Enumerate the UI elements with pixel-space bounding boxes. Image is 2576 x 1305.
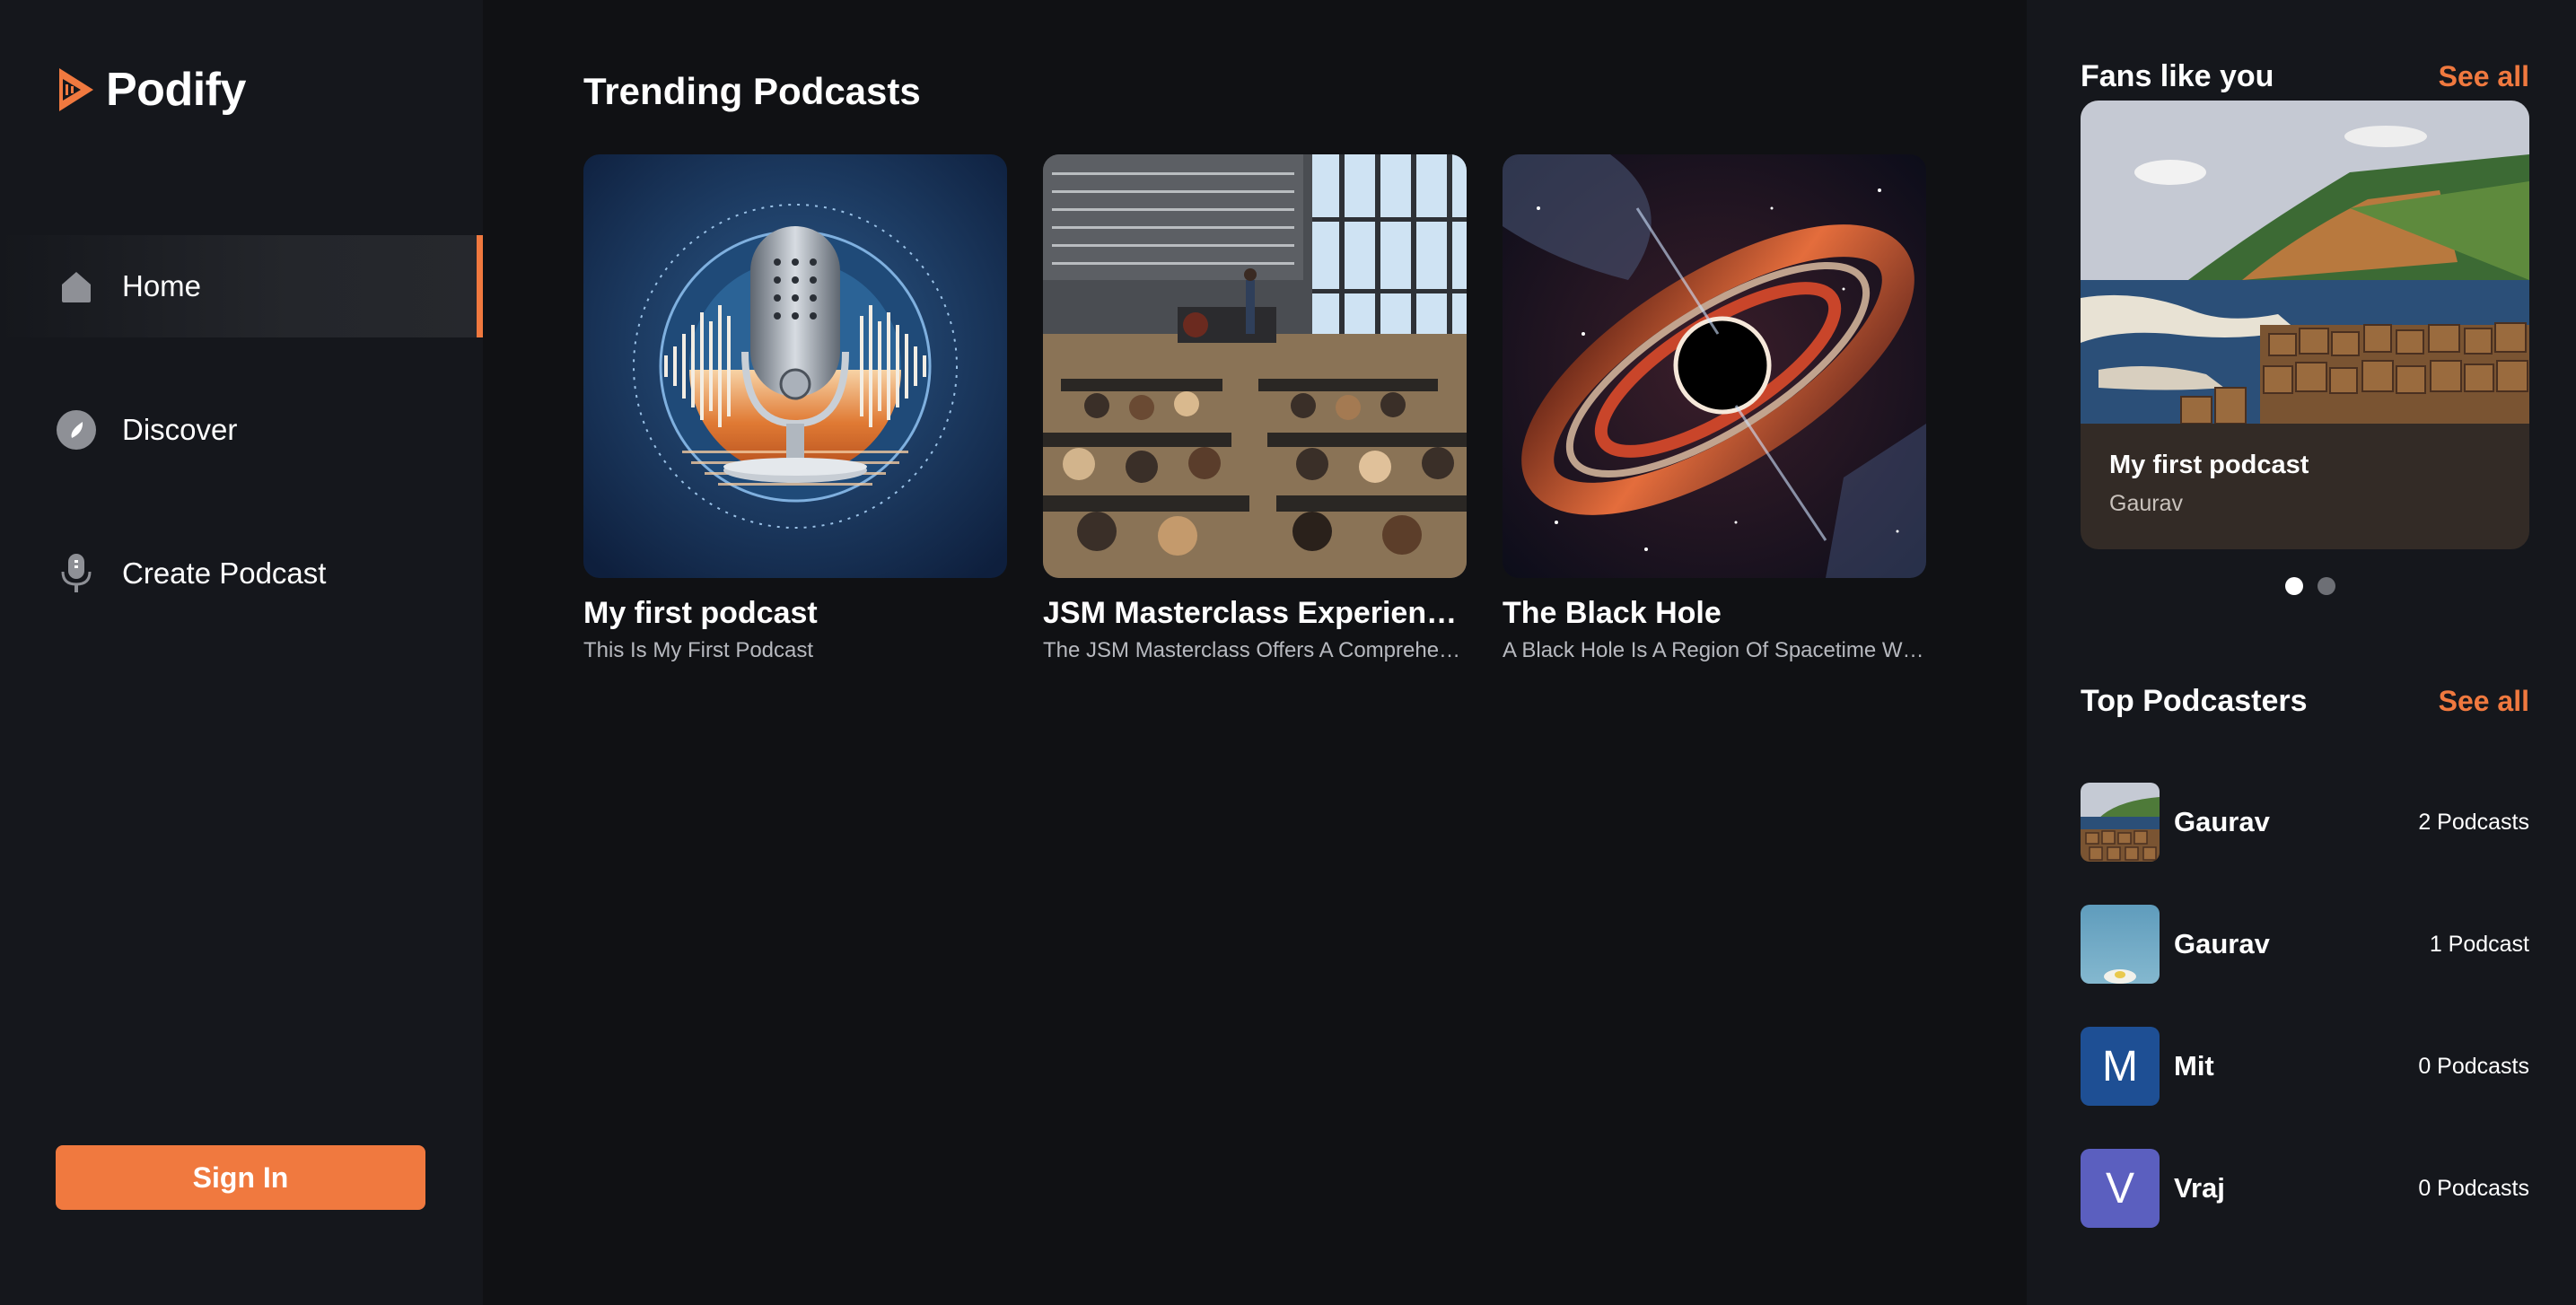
sign-in-button[interactable]: Sign In <box>56 1145 425 1210</box>
fans-section-header: Fans like you See all <box>2081 59 2529 94</box>
avatar <box>2081 905 2160 984</box>
avatar: V <box>2081 1149 2160 1228</box>
compass-icon <box>56 409 97 451</box>
avatar <box>2081 783 2160 862</box>
podcaster-count: 2 Podcasts <box>2418 809 2529 835</box>
podcast-card[interactable]: The Black Hole A Black Hole Is A Region … <box>1503 154 1926 663</box>
carousel-dot-2[interactable] <box>2318 577 2335 595</box>
podcaster-name: Gaurav <box>2174 806 2270 837</box>
microphone-icon <box>56 553 97 594</box>
fans-slide-caption: My first podcast Gaurav <box>2109 451 2309 517</box>
fans-section-title: Fans like you <box>2081 59 2274 93</box>
podcaster-count: 0 Podcasts <box>2418 1053 2529 1079</box>
brand-name: Podify <box>106 64 246 116</box>
fans-see-all-link[interactable]: See all <box>2439 60 2529 93</box>
podcast-cover-image <box>583 154 1007 578</box>
podcaster-name: Mit <box>2174 1050 2214 1082</box>
podcast-card-title: My first podcast <box>583 596 818 630</box>
carousel-dots <box>2027 577 2576 595</box>
podcast-card-description: The JSM Masterclass Offers A Comprehensi… <box>1043 638 1467 662</box>
home-icon <box>56 266 97 307</box>
podcaster-row[interactable]: V Vraj 0 Podcasts <box>2081 1149 2529 1228</box>
sidebar-item-discover[interactable]: Discover <box>0 379 483 481</box>
podcast-card-description: This Is My First Podcast <box>583 638 814 662</box>
podcast-card-title: JSM Masterclass Experience Podcast <box>1043 596 1467 630</box>
fans-slide-image <box>2081 101 2529 424</box>
podcaster-name: Gaurav <box>2174 928 2270 959</box>
fans-slide-author: Gaurav <box>2109 491 2183 516</box>
main-content: Trending Podcasts My first podcast This … <box>483 0 2027 1305</box>
top-podcasters-title: Top Podcasters <box>2081 684 2308 718</box>
sidebar-item-label: Home <box>122 269 202 302</box>
sidebar-item-home[interactable]: Home <box>0 235 483 337</box>
podcaster-count: 0 Podcasts <box>2418 1175 2529 1201</box>
left-sidebar: Podify Home Discover Create Podcast Sign… <box>0 0 483 1305</box>
fans-slide-title: My first podcast <box>2109 451 2309 479</box>
podcaster-row[interactable]: Gaurav 2 Podcasts <box>2081 783 2529 862</box>
sidebar-nav: Home Discover Create Podcast <box>0 235 483 666</box>
top-podcasters-see-all-link[interactable]: See all <box>2439 685 2529 718</box>
right-panel: Fans like you See all My first podcast G… <box>2027 0 2576 1305</box>
podcaster-row[interactable]: Gaurav 1 Podcast <box>2081 905 2529 984</box>
carousel-dot-1[interactable] <box>2285 577 2303 595</box>
podcaster-row[interactable]: M Mit 0 Podcasts <box>2081 1027 2529 1106</box>
sidebar-item-label: Discover <box>122 413 238 446</box>
sidebar-item-create-podcast[interactable]: Create Podcast <box>0 522 483 625</box>
trending-podcast-list: My first podcast This Is My First Podcas… <box>583 154 1926 663</box>
podify-logo-icon <box>59 68 93 111</box>
podcaster-name: Vraj <box>2174 1172 2225 1204</box>
brand[interactable]: Podify <box>54 63 246 117</box>
podcast-card[interactable]: JSM Masterclass Experience Podcast The J… <box>1043 154 1467 663</box>
podcast-cover-image <box>1043 154 1467 578</box>
podcast-card[interactable]: My first podcast This Is My First Podcas… <box>583 154 1007 663</box>
page-title: Trending Podcasts <box>583 70 921 112</box>
top-podcasters-list: Gaurav 2 Podcasts Gaurav 1 Podcast M Mit… <box>2081 783 2529 1271</box>
avatar: M <box>2081 1027 2160 1106</box>
sidebar-item-label: Create Podcast <box>122 556 327 590</box>
app-window: Podify Home Discover Create Podcast Sign… <box>0 0 2576 1305</box>
top-podcasters-header: Top Podcasters See all <box>2081 684 2529 719</box>
podcast-cover-image <box>1503 154 1926 578</box>
podcast-card-description: A Black Hole Is A Region Of Spacetime Wh… <box>1503 638 1926 662</box>
fans-carousel-slide[interactable]: My first podcast Gaurav <box>2081 101 2529 549</box>
podcaster-count: 1 Podcast <box>2429 931 2529 957</box>
podcast-card-title: The Black Hole <box>1503 596 1722 630</box>
